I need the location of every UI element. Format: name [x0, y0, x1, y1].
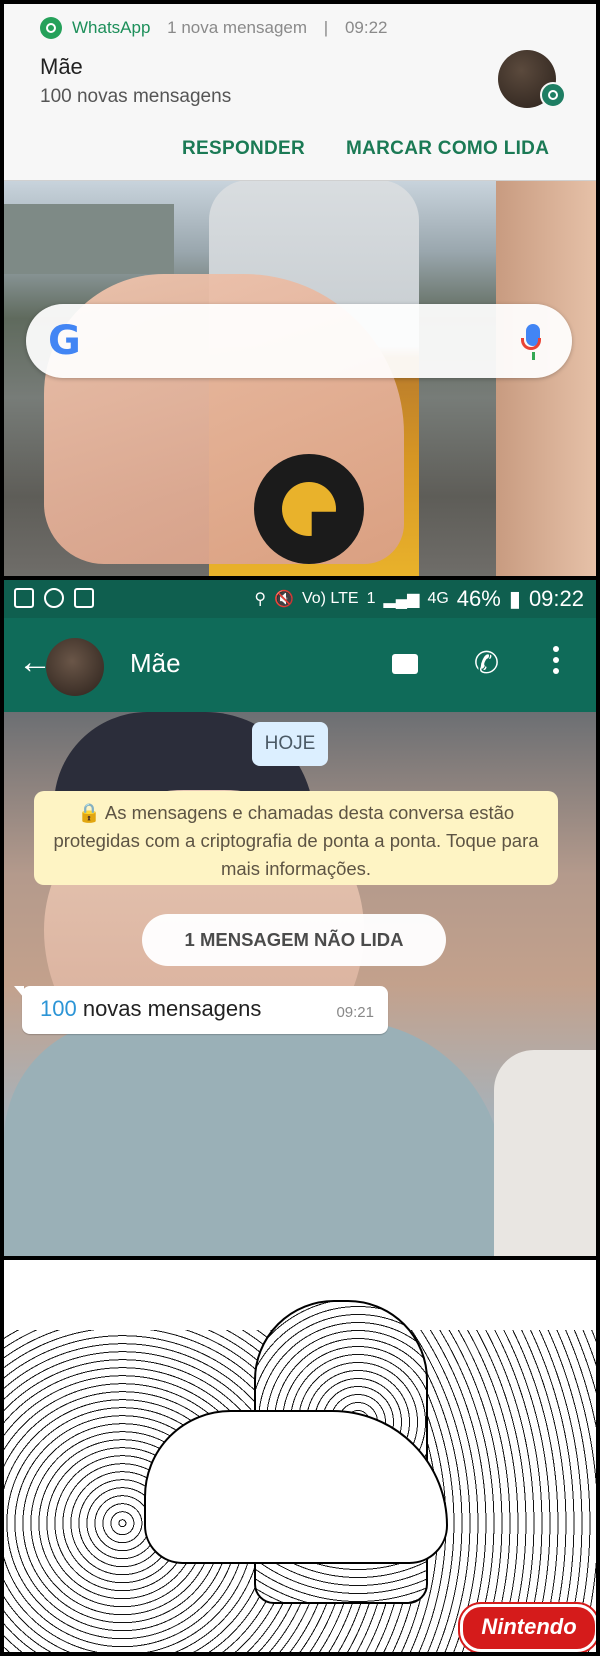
nintendo-watermark: Nintendo [460, 1604, 596, 1652]
reply-button[interactable]: RESPONDER [182, 138, 305, 160]
whatsapp-icon [40, 17, 62, 39]
gallery-icon [14, 588, 34, 608]
encryption-notice[interactable]: 🔒 As mensagens e chamadas desta conversa… [34, 791, 558, 885]
bottle-logo [254, 454, 364, 564]
message-body: novas mensagens [76, 996, 262, 1021]
chat-contact-name[interactable]: Mãe [130, 648, 181, 679]
notification-time: 09:22 [344, 18, 388, 37]
wallpaper-wall [496, 180, 596, 576]
lying-figure [144, 1410, 448, 1564]
notification-summary: 1 nova mensagem [167, 18, 308, 37]
chat-contact-avatar[interactable] [46, 638, 104, 696]
network-label: 4G [427, 590, 449, 607]
phone-call-icon[interactable]: ✆ [474, 646, 499, 682]
home-screen-panel: WhatsApp 1 nova mensagem | 09:22 Mãe 100… [4, 4, 596, 576]
facebook-icon [44, 588, 64, 608]
google-logo-icon: G [48, 318, 81, 364]
notification-header: WhatsApp 1 nova mensagem | 09:22 [72, 18, 387, 38]
battery-icon: ▮ [508, 586, 521, 611]
notification-text: 100 novas mensagens [40, 86, 232, 107]
location-icon: ⚲ [254, 591, 267, 608]
google-search-bar[interactable]: G [26, 304, 572, 378]
date-chip: HOJE [252, 722, 328, 766]
wallpaper-object [494, 1050, 596, 1256]
message-text: 100 novas mensagens [40, 996, 261, 1022]
wallpaper-hoodie [4, 1020, 504, 1256]
notification-app-name: WhatsApp [72, 18, 151, 37]
status-bar: ⚲ 🔇 Vo) LTE 1 ▂▄▆ 4G 46% ▮ 09:22 [4, 580, 596, 618]
chat-app-bar: ← Mãe ✆ [4, 618, 596, 712]
status-left-icons [14, 588, 94, 608]
activity-icon [74, 588, 94, 608]
signal-icon: ▂▄▆ [383, 591, 420, 608]
drawing-panel: Nintendo [4, 1260, 596, 1652]
status-right: ⚲ 🔇 Vo) LTE 1 ▂▄▆ 4G 46% ▮ 09:22 [254, 586, 584, 612]
message-bubble[interactable]: 100 novas mensagens 09:21 [14, 986, 388, 1034]
message-time: 09:21 [336, 1004, 374, 1021]
whatsapp-notification[interactable]: WhatsApp 1 nova mensagem | 09:22 Mãe 100… [4, 4, 596, 181]
battery-percent: 46% [456, 586, 501, 611]
whatsapp-badge-icon [540, 82, 566, 108]
notification-sender: Mãe [40, 54, 83, 79]
notification-separator: | [323, 18, 329, 37]
message-number: 100 [40, 996, 77, 1021]
mic-icon[interactable] [521, 324, 541, 360]
sim-label: 1 [366, 590, 376, 607]
volte-label: Vo) LTE [301, 590, 359, 607]
mark-as-read-button[interactable]: MARCAR COMO LIDA [346, 138, 549, 160]
status-time: 09:22 [528, 586, 584, 611]
video-call-icon[interactable] [392, 654, 418, 674]
mute-icon: 🔇 [274, 591, 294, 608]
wallpaper-building [4, 204, 174, 274]
more-options-icon[interactable] [552, 646, 560, 678]
unread-banner: 1 MENSAGEM NÃO LIDA [142, 914, 446, 966]
